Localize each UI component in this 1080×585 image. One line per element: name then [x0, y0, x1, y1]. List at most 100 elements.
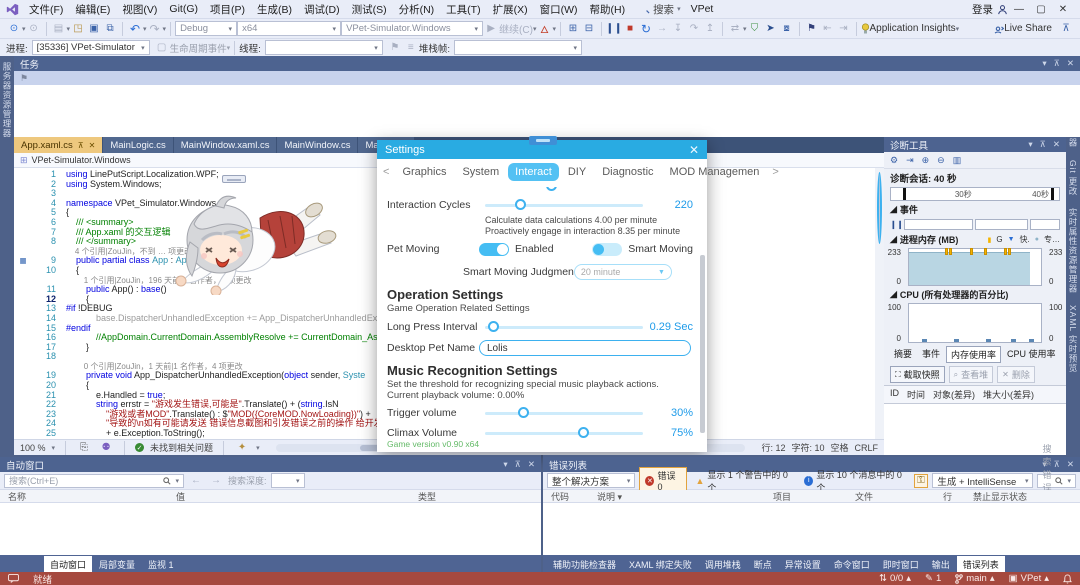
editor-scrollbar[interactable]	[875, 168, 884, 439]
autos-column-类型[interactable]: 类型	[410, 490, 490, 503]
tabs-scroll-right-icon[interactable]: >	[770, 166, 780, 178]
smart-moving-toggle[interactable]	[592, 243, 622, 256]
pet-name-input[interactable]: Lolis	[479, 340, 691, 356]
error-column-禁止显示状态[interactable]: 禁止显示状态	[965, 490, 1045, 503]
panel-tab-错误列表[interactable]: 错误列表	[957, 556, 1005, 573]
vtab-Git 更改[interactable]: Git 更改	[1066, 154, 1080, 202]
error-column-项目[interactable]: 项目	[765, 490, 847, 503]
live-visual-tree-icon[interactable]: ⊞	[565, 22, 581, 36]
printer-icon[interactable]: ⎘	[76, 441, 92, 455]
panel-tab-异常设置[interactable]: 异常设置	[779, 556, 827, 573]
interaction-cycles-slider[interactable]	[485, 204, 643, 207]
vtab-server-explorer[interactable]: 服务器资源管理器	[0, 56, 14, 144]
diag-tab-CPU 使用率[interactable]: CPU 使用率	[1003, 346, 1060, 363]
eol-mode[interactable]: CRLF	[854, 443, 878, 453]
navigate-back-icon[interactable]: ⊙	[6, 22, 22, 36]
editor-zoom-dropdown[interactable]: 100 %	[20, 443, 46, 453]
diag-tab-内存使用率[interactable]: 内存使用率	[946, 346, 1001, 363]
undo-icon[interactable]: ↶	[127, 22, 143, 36]
menu-生成(B)[interactable]: 生成(B)	[251, 0, 298, 19]
close-button[interactable]: ✕	[1052, 2, 1074, 17]
document-tab[interactable]: MainWindow.cs	[277, 137, 357, 153]
panel-tab-即时窗口[interactable]: 即时窗口	[877, 556, 925, 573]
close-icon[interactable]: ✕	[1067, 58, 1074, 69]
error-column-说明 ▾[interactable]: 说明 ▾	[589, 490, 765, 503]
interaction-cycles-slider-thumb[interactable]	[515, 199, 526, 210]
diagnostics-header[interactable]: 诊断工具 ▾⊼✕	[884, 137, 1066, 152]
diag-button-截取快照[interactable]: ⛶截取快照	[890, 366, 945, 383]
gear-icon[interactable]: ⚙	[890, 155, 898, 166]
dialog-drag-handle[interactable]	[529, 136, 557, 145]
autos-header[interactable]: 自动窗口 ▾⊼✕	[0, 457, 541, 472]
redo-icon[interactable]: ↷	[147, 22, 163, 36]
autos-search-input[interactable]: 搜索(Ctrl+E) ▾	[4, 474, 184, 488]
collapse-icon[interactable]: ◢	[890, 234, 897, 245]
inspect-icon[interactable]: ➤	[763, 22, 779, 36]
collapse-icon[interactable]: ◢	[890, 204, 897, 215]
vtab-实时属性资源管理器[interactable]: 实时属性资源管理器	[1066, 202, 1080, 300]
source-filter-dropdown[interactable]: 生成 + IntelliSense▾	[932, 473, 1033, 488]
repo-selector[interactable]: ▣ VPet ▴	[1009, 573, 1049, 584]
shield-icon[interactable]: ⛉	[747, 22, 763, 36]
settings-tab-diagnostic[interactable]: Diagnostic	[595, 163, 660, 181]
dropdown-icon[interactable]: ▾	[1042, 58, 1046, 69]
settings-tab-mod-managemen[interactable]: MOD Managemen	[663, 163, 767, 181]
close-icon[interactable]: ✕	[89, 141, 96, 150]
indent-mode[interactable]: 空格	[830, 441, 848, 454]
vtab-XAML 实时预览[interactable]: XAML 实时预览	[1066, 299, 1080, 379]
open-file-icon[interactable]: ◳	[70, 22, 86, 36]
close-icon[interactable]: ✕	[1067, 459, 1074, 470]
trigger-volume-slider[interactable]	[485, 412, 643, 415]
menu-文件(F)[interactable]: 文件(F)	[23, 0, 69, 19]
step-out-icon[interactable]: ↥	[702, 22, 718, 36]
tasks-selected-row[interactable]: ⚑	[14, 71, 1080, 85]
frames-icon[interactable]: ≡	[403, 41, 419, 55]
settings-tab-diy[interactable]: DIY	[561, 163, 593, 181]
parallel-stacks-icon[interactable]: ⇄	[727, 22, 743, 36]
pet-moving-toggle[interactable]	[479, 243, 509, 256]
panel-tab-XAML 绑定失败[interactable]: XAML 绑定失败	[623, 556, 698, 573]
events-track[interactable]: ❙❙	[890, 218, 1060, 231]
settings-tab-interact[interactable]: Interact	[508, 163, 559, 181]
restart-icon[interactable]: ↻	[638, 22, 654, 36]
forward-icon[interactable]: →	[208, 474, 224, 488]
menu-测试(S)[interactable]: 测试(S)	[346, 0, 393, 19]
long-press-interval-slider-thumb[interactable]	[488, 321, 499, 332]
diag-tab-事件[interactable]: 事件	[918, 346, 944, 363]
platform-dropdown[interactable]: x64▾	[237, 21, 341, 36]
diag-tab-摘要[interactable]: 摘要	[890, 346, 916, 363]
back-icon[interactable]: ←	[188, 474, 204, 488]
continue-button[interactable]: 继续(C)	[499, 21, 533, 36]
dialog-close-icon[interactable]: ✕	[689, 143, 699, 157]
session-timeline[interactable]: 30秒40秒	[890, 187, 1060, 201]
break-all-icon[interactable]: ❙❙	[606, 22, 622, 36]
close-icon[interactable]: ✕	[528, 459, 535, 470]
flag-thread-icon[interactable]: ⚑	[387, 41, 403, 55]
panel-tab-自动窗口[interactable]: 自动窗口	[44, 556, 92, 573]
memory-chart[interactable]	[908, 248, 1042, 286]
stackframe-dropdown[interactable]: ▾	[454, 40, 582, 55]
prev-bookmark-icon[interactable]: ⇤	[820, 22, 836, 36]
menu-调试(D)[interactable]: 调试(D)	[298, 0, 346, 19]
app-insights-button[interactable]: Application Insights	[870, 23, 956, 34]
thread-dropdown[interactable]: ▾	[265, 40, 383, 55]
pin-icon[interactable]: ⊼	[1054, 58, 1060, 69]
error-column-代码[interactable]: 代码	[543, 490, 589, 503]
smart-judgment-dropdown[interactable]: 20 minute▼	[574, 264, 672, 280]
long-press-interval-slider[interactable]	[485, 326, 643, 329]
error-column-行[interactable]: 行	[935, 490, 965, 503]
pin-icon[interactable]: ⊼	[78, 141, 84, 150]
snapshot-icon[interactable]: ⧇	[779, 22, 795, 36]
show-next-statement-icon[interactable]: →	[654, 22, 670, 36]
profile-icon[interactable]	[997, 4, 1008, 15]
bell-icon[interactable]	[1063, 574, 1072, 584]
panel-tab-辅助功能检查器[interactable]: 辅助功能检查器	[547, 556, 622, 573]
continue-icon[interactable]: ▶	[483, 22, 499, 36]
startup-project-dropdown[interactable]: VPet-Simulator.Windows▾	[341, 21, 483, 36]
reset-view-icon[interactable]: ▥	[953, 155, 962, 166]
panel-tab-输出[interactable]: 输出	[926, 556, 956, 573]
grid-column-堆大小(差异)[interactable]: 堆大小(差异)	[983, 388, 1034, 401]
dialog-scrollbar[interactable]	[700, 255, 705, 433]
settings-tab-graphics[interactable]: Graphics	[395, 163, 453, 181]
pin-icon[interactable]: ⊼	[1054, 459, 1060, 470]
